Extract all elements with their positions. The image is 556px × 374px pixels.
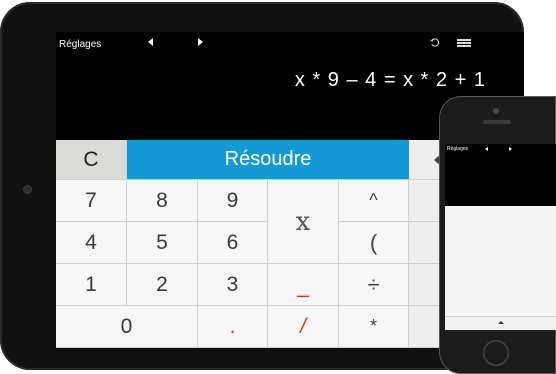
iphone-device: Réglages — [439, 96, 556, 374]
forward-arrow-icon[interactable] — [198, 38, 203, 46]
divide-key[interactable]: ÷ — [339, 264, 409, 306]
iphone-camera — [493, 108, 499, 114]
chevron-up-icon[interactable] — [498, 321, 504, 324]
key-5[interactable]: 5 — [127, 222, 198, 264]
open-paren-key[interactable]: ( — [339, 222, 409, 264]
iphone-back-arrow-icon[interactable] — [485, 147, 488, 151]
iphone-screen: Réglages — [445, 144, 556, 330]
solve-button[interactable]: Résoudre — [127, 140, 409, 180]
ipad-camera — [24, 186, 31, 193]
key-1[interactable]: 1 — [56, 264, 127, 306]
key-3[interactable]: 3 — [198, 264, 268, 306]
clear-key[interactable]: C — [56, 140, 127, 180]
fraction-key[interactable]: _ — [268, 264, 339, 306]
iphone-forward-arrow-icon[interactable] — [509, 147, 512, 151]
iphone-bottom-bar — [445, 316, 556, 330]
iphone-keypad-panel — [445, 206, 556, 316]
key-9[interactable]: 9 — [198, 180, 268, 222]
iphone-home-button[interactable] — [483, 340, 509, 366]
multiply-key[interactable]: * — [339, 306, 409, 348]
expression-display: x * 9 – 4 = x * 2 + 1 — [294, 69, 486, 91]
back-arrow-icon[interactable] — [148, 38, 153, 46]
settings-button[interactable]: Réglages — [59, 39, 101, 50]
slash-key[interactable]: / — [268, 306, 339, 348]
top-bar: Réglages — [56, 32, 524, 56]
undo-icon[interactable] — [430, 38, 439, 47]
iphone-speaker — [483, 120, 511, 124]
key-6[interactable]: 6 — [198, 222, 268, 264]
key-2[interactable]: 2 — [127, 264, 198, 306]
power-key[interactable]: ^ — [339, 180, 409, 222]
key-7[interactable]: 7 — [56, 180, 127, 222]
iphone-settings-button[interactable]: Réglages — [447, 146, 468, 152]
menu-icon[interactable] — [457, 39, 471, 47]
key-0[interactable]: 0 — [56, 306, 198, 348]
variable-x-key[interactable]: x — [268, 180, 339, 264]
key-4[interactable]: 4 — [56, 222, 127, 264]
decimal-key[interactable]: . — [198, 306, 268, 348]
key-8[interactable]: 8 — [127, 180, 198, 222]
